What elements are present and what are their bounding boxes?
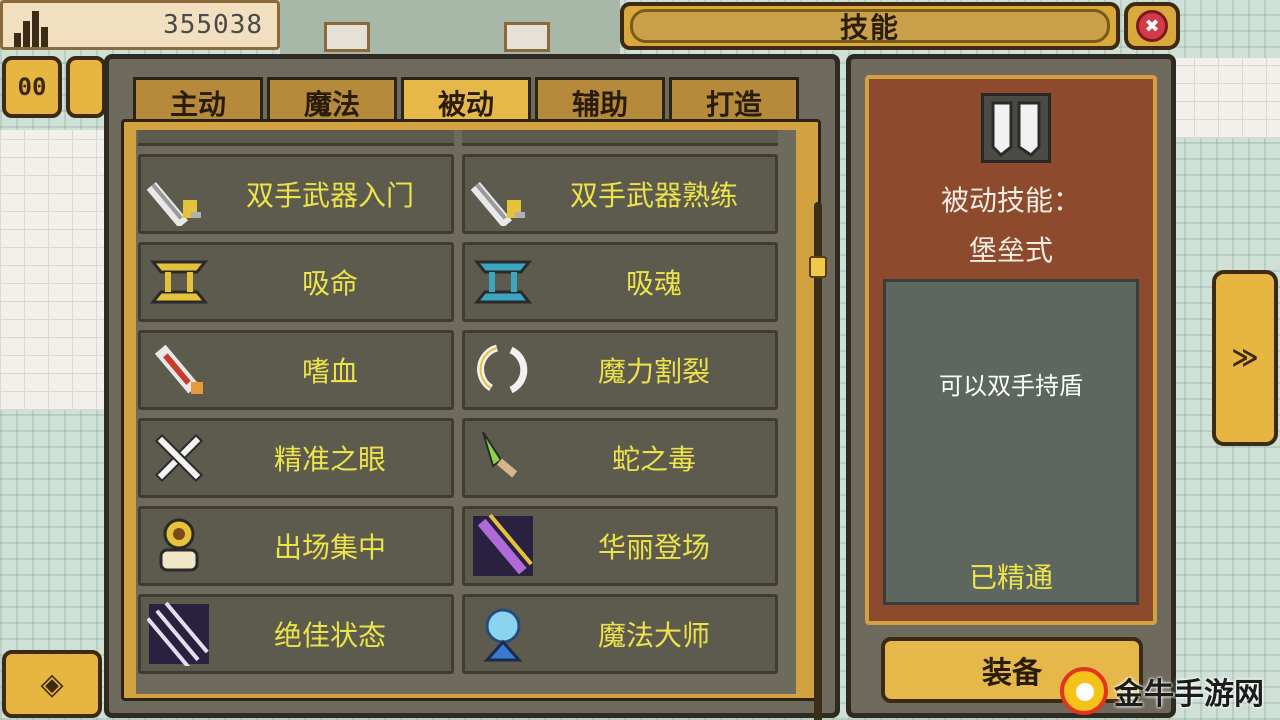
side-button[interactable] [66, 56, 106, 118]
skill-item[interactable]: 华丽登场 [462, 506, 778, 586]
blood-blade-icon [141, 334, 217, 406]
inventory-slot[interactable] [324, 22, 370, 52]
pause-button[interactable]: 00 [2, 56, 62, 118]
skill-name: 魔法大师 [597, 619, 710, 652]
skill-item[interactable]: 吸魂 [462, 242, 778, 322]
skill-type-label: 被动技能： [940, 184, 1081, 217]
dpad-icon: ◈ [40, 666, 64, 702]
skill-detail-name: 堡垒式 [968, 234, 1053, 267]
skill-item[interactable]: 出场集中 [138, 506, 454, 586]
scrollbar-track[interactable] [814, 202, 822, 720]
skill-name: 绝佳状态 [273, 619, 386, 652]
skill-item[interactable]: 双手武器熟练 [462, 154, 778, 234]
watermark-text: 金牛手游网 [1114, 677, 1264, 712]
skill-grid: 双手武器入门 双手武器熟练 吸命 吸魂 嗜血 魔力割裂 精准之眼 蛇之毒 出场集… [138, 154, 794, 674]
skill-name: 吸命 [301, 267, 358, 300]
gold-counter: 355038 [0, 0, 280, 50]
close-icon: ✖ [1136, 10, 1168, 42]
shield-pair-icon [981, 93, 1051, 163]
skill-name: 双手武器熟练 [569, 179, 738, 212]
skill-name: 华丽登场 [597, 531, 710, 564]
background-wall-right [1170, 58, 1280, 138]
poison-dagger-icon [465, 422, 541, 494]
tab-passive[interactable]: 被动 [401, 77, 531, 125]
skill-tabs: 主动 魔法 被动 辅助 打造 [133, 77, 799, 125]
greatsword-icon [141, 158, 217, 230]
skill-name: 魔力割裂 [597, 355, 710, 388]
skill-list[interactable]: 双手武器入门 双手武器熟练 吸命 吸魂 嗜血 魔力割裂 精准之眼 蛇之毒 出场集… [136, 130, 796, 694]
purple-slash-icon [465, 510, 541, 582]
page-title: 技能 [630, 9, 1110, 44]
skill-item[interactable]: 魔力割裂 [462, 330, 778, 410]
crossed-swords-icon [141, 422, 217, 494]
skill-name: 精准之眼 [273, 443, 386, 476]
inventory-strip [280, 0, 620, 56]
skill-detail-card: 被动技能： 堡垒式 可以双手持盾 已精通 [865, 75, 1157, 625]
skill-item[interactable]: 嗜血 [138, 330, 454, 410]
watermark: 金牛手游网 [1060, 664, 1278, 718]
gold-value: 355038 [163, 10, 263, 40]
skill-item[interactable]: 吸命 [138, 242, 454, 322]
skill-description: 可以双手持盾 [939, 372, 1083, 400]
golden-eye-icon [141, 510, 217, 582]
skill-detail-panel: 被动技能： 堡垒式 可以双手持盾 已精通 装备 [846, 54, 1176, 718]
close-button[interactable]: ✖ [1124, 2, 1180, 50]
double-chevron-right-icon: ≫ [1231, 343, 1259, 373]
tab-active-skills[interactable]: 主动 [133, 77, 263, 125]
skill-list-frame: 双手武器入门 双手武器熟练 吸命 吸魂 嗜血 魔力割裂 精准之眼 蛇之毒 出场集… [121, 119, 827, 720]
greatsword-icon [465, 158, 541, 230]
next-page-button[interactable]: ≫ [1212, 270, 1278, 446]
tab-crafting[interactable]: 打造 [669, 77, 799, 125]
broken-ring-icon [465, 334, 541, 406]
skill-name: 蛇之毒 [611, 443, 696, 476]
triple-slash-icon [141, 598, 217, 670]
title-bar: 技能 [620, 2, 1120, 50]
skill-name: 出场集中 [273, 531, 386, 564]
skill-description-box: 可以双手持盾 已精通 [883, 279, 1139, 605]
partial-row [138, 130, 794, 146]
tab-magic[interactable]: 魔法 [267, 77, 397, 125]
gold-stack-icon [9, 3, 53, 47]
magic-orb-icon [465, 598, 541, 670]
mastery-status: 已精通 [968, 561, 1053, 594]
inventory-slot[interactable] [504, 22, 550, 52]
background-wall-left [0, 130, 110, 410]
dpad-button[interactable]: ◈ [2, 650, 102, 718]
skill-item[interactable]: 双手武器入门 [138, 154, 454, 234]
skill-item[interactable]: 蛇之毒 [462, 418, 778, 498]
watermark-logo-icon [1060, 667, 1108, 715]
fang-blue-icon [465, 246, 541, 318]
skill-item[interactable]: 魔法大师 [462, 594, 778, 674]
fang-yellow-icon [141, 246, 217, 318]
skill-name: 吸魂 [625, 267, 682, 300]
skill-name: 双手武器入门 [245, 179, 414, 212]
skill-item[interactable]: 精准之眼 [138, 418, 454, 498]
scrollbar-thumb[interactable] [809, 256, 827, 278]
skills-panel: 主动 魔法 被动 辅助 打造 双手武器入门 双手武器熟练 吸命 吸魂 嗜血 魔力… [104, 54, 840, 720]
tab-support[interactable]: 辅助 [535, 77, 665, 125]
skill-item[interactable]: 绝佳状态 [138, 594, 454, 674]
skill-name: 嗜血 [301, 355, 358, 388]
